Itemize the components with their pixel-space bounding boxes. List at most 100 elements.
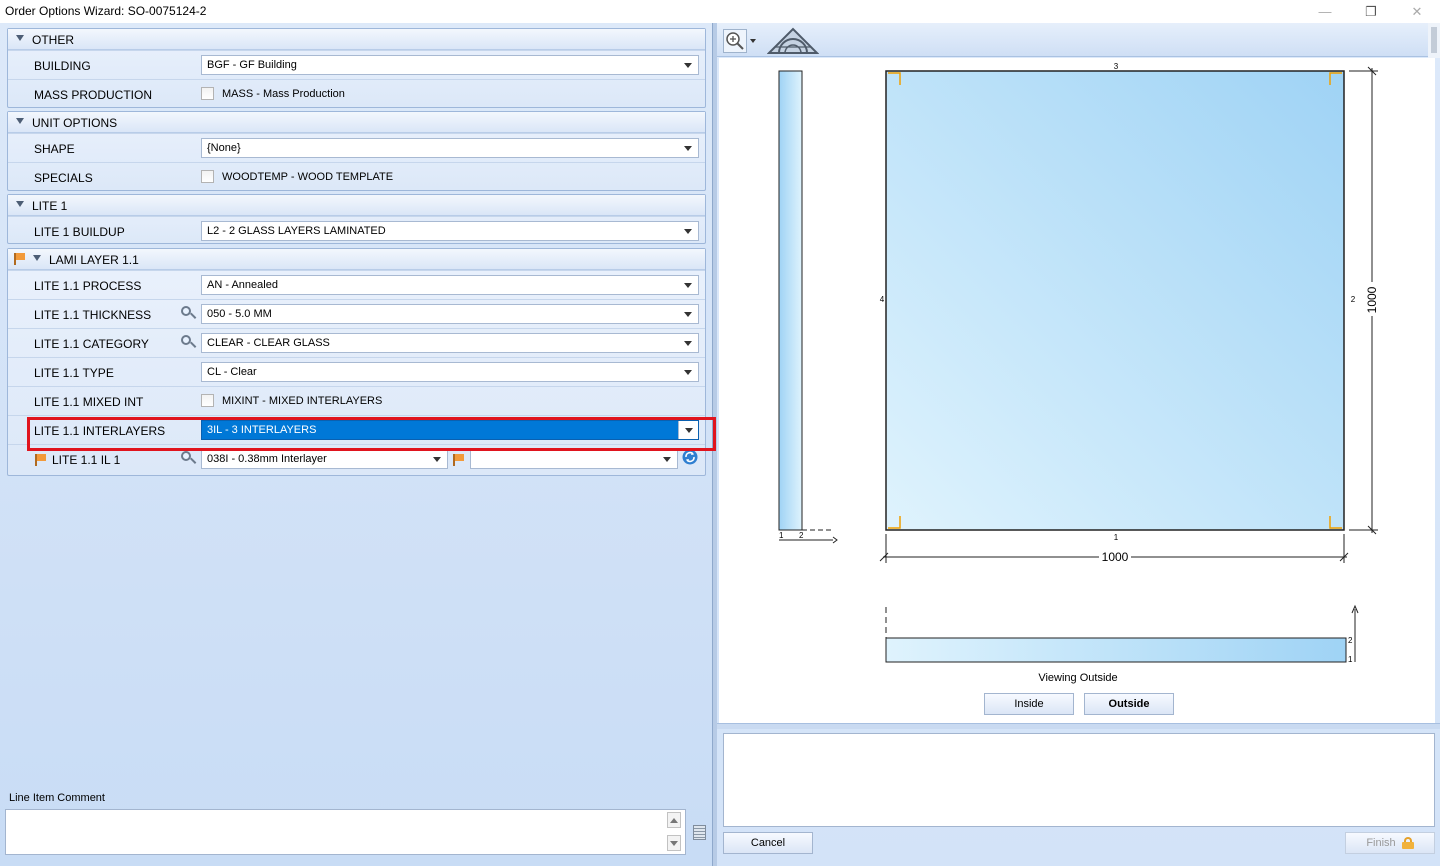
house-view-icon[interactable]	[767, 25, 819, 55]
chevron-down-icon[interactable]	[678, 276, 698, 294]
option-row-shape: SHAPE {None}	[8, 133, 705, 162]
checkbox-label: MASS - Mass Production	[222, 88, 345, 100]
group-title: LITE 1	[32, 199, 68, 213]
comment-field[interactable]	[5, 809, 686, 855]
thickness-dropdown[interactable]: 050 - 5.0 MM	[201, 304, 699, 324]
option-row-specials: SPECIALS WOODTEMP - WOOD TEMPLATE	[8, 162, 705, 191]
cancel-button-label: Cancel	[750, 837, 786, 849]
finish-button-label: Finish	[1366, 837, 1396, 849]
finish-button[interactable]: Finish	[1345, 832, 1435, 854]
group-lami-layer-header[interactable]: LAMI LAYER 1.1	[8, 249, 705, 270]
chevron-down-icon[interactable]	[657, 450, 677, 468]
chevron-down-icon[interactable]	[678, 139, 698, 157]
option-label: MASS PRODUCTION	[34, 88, 153, 102]
dropdown-value: CL - Clear	[207, 366, 257, 378]
mass-production-checkbox[interactable]	[201, 87, 214, 100]
scroll-down-button[interactable]	[667, 835, 681, 851]
glass-drawing: 1 2 3 1 4 2 1000 1000 2 1 Viewing Outsid…	[778, 62, 1379, 684]
option-label: LITE 1.1 MIXED INT	[34, 395, 144, 409]
toolbar-scrollbar[interactable]	[1428, 23, 1440, 58]
type-dropdown[interactable]: CL - Clear	[201, 362, 699, 382]
chevron-down-icon[interactable]	[678, 56, 698, 74]
scroll-up-button[interactable]	[667, 812, 681, 828]
outside-button[interactable]: Outside	[1084, 693, 1174, 715]
minimize-button[interactable]: —	[1302, 0, 1348, 23]
mixed-int-checkbox[interactable]	[201, 394, 214, 407]
process-dropdown[interactable]: AN - Annealed	[201, 275, 699, 295]
bottom-label-2: 2	[1348, 636, 1353, 645]
group-title: UNIT OPTIONS	[32, 116, 118, 130]
search-icon[interactable]	[180, 334, 197, 350]
inside-button-label: Inside	[1014, 698, 1044, 710]
edge-label-left: 4	[880, 295, 885, 304]
collapse-arrow-icon[interactable]	[16, 118, 24, 124]
refresh-icon[interactable]	[682, 449, 698, 465]
flag-icon	[35, 454, 46, 466]
flag-icon	[453, 454, 464, 466]
front-view-glass	[885, 70, 1345, 531]
option-row-mass-production: MASS PRODUCTION MASS - Mass Production	[8, 79, 705, 108]
category-dropdown[interactable]: CLEAR - CLEAR GLASS	[201, 333, 699, 353]
option-label: LITE 1.1 CATEGORY	[34, 337, 149, 351]
maximize-button[interactable]: ❐	[1348, 0, 1394, 23]
inside-button[interactable]: Inside	[984, 693, 1074, 715]
option-label: LITE 1.1 PROCESS	[34, 279, 142, 293]
checkbox-label: WOODTEMP - WOOD TEMPLATE	[222, 171, 394, 183]
minimize-icon: —	[1318, 4, 1332, 19]
chevron-down-icon[interactable]	[678, 305, 698, 323]
close-button[interactable]: ✕	[1394, 0, 1440, 23]
shape-dropdown[interactable]: {None}	[201, 138, 699, 158]
zoom-icon[interactable]	[723, 29, 759, 53]
dropdown-value: 050 - 5.0 MM	[207, 308, 272, 320]
collapse-arrow-icon[interactable]	[16, 201, 24, 207]
edge-label-right: 2	[1351, 295, 1356, 304]
notes-panel[interactable]	[723, 733, 1435, 827]
side-label-1: 1	[779, 531, 784, 540]
group-other: OTHER BUILDING BGF - GF Building MASS PR…	[7, 28, 706, 108]
option-label: LITE 1.1 IL 1	[52, 453, 121, 467]
group-lite-1: LITE 1 LITE 1 BUILDUP L2 - 2 GLASS LAYER…	[7, 194, 706, 244]
group-unit-options: UNIT OPTIONS SHAPE {None} SPECIALS WOODT…	[7, 111, 706, 191]
chevron-down-icon[interactable]	[678, 334, 698, 352]
group-lite-1-header[interactable]: LITE 1	[8, 195, 705, 216]
option-row-process: LITE 1.1 PROCESS AN - Annealed	[8, 270, 705, 299]
flag-icon	[14, 253, 25, 265]
option-label: LITE 1.1 THICKNESS	[34, 308, 152, 322]
preview-toolbar	[717, 23, 1435, 57]
dropdown-value: BGF - GF Building	[207, 59, 297, 71]
option-row-category: LITE 1.1 CATEGORY CLEAR - CLEAR GLASS	[8, 328, 705, 357]
lock-icon	[1401, 837, 1414, 849]
height-dimension-text: 1000	[1365, 286, 1379, 313]
chevron-down-icon[interactable]	[678, 363, 698, 381]
width-dimension-text: 1000	[1102, 550, 1129, 564]
notes-icon[interactable]	[693, 825, 706, 840]
option-label: LITE 1 BUILDUP	[34, 225, 125, 239]
option-row-type: LITE 1.1 TYPE CL - Clear	[8, 357, 705, 386]
il1-second-dropdown[interactable]	[470, 449, 678, 469]
maximize-icon: ❐	[1365, 3, 1377, 19]
specials-checkbox[interactable]	[201, 170, 214, 183]
dropdown-value: AN - Annealed	[207, 279, 278, 291]
lite-1-buildup-dropdown[interactable]: L2 - 2 GLASS LAYERS LAMINATED	[201, 221, 699, 241]
chevron-down-icon[interactable]	[678, 222, 698, 240]
il1-dropdown[interactable]: 038I - 0.38mm Interlayer	[201, 449, 448, 469]
collapse-arrow-icon[interactable]	[33, 255, 41, 261]
group-title: OTHER	[32, 33, 74, 47]
group-other-header[interactable]: OTHER	[8, 29, 705, 50]
side-label-2: 2	[799, 531, 804, 540]
cancel-button[interactable]: Cancel	[723, 832, 813, 854]
dropdown-value: 038I - 0.38mm Interlayer	[207, 453, 327, 465]
horizontal-splitter[interactable]	[717, 723, 1440, 729]
group-unit-options-header[interactable]: UNIT OPTIONS	[8, 112, 705, 133]
collapse-arrow-icon[interactable]	[16, 35, 24, 41]
building-dropdown[interactable]: BGF - GF Building	[201, 55, 699, 75]
search-icon[interactable]	[180, 450, 197, 466]
chevron-down-icon[interactable]	[427, 450, 447, 468]
search-icon[interactable]	[180, 305, 197, 321]
glass-drawing-canvas: 1 2 3 1 4 2 1000 1000 2 1 Viewing Outsid…	[719, 58, 1435, 723]
viewing-caption: Viewing Outside	[1038, 672, 1117, 684]
dropdown-value: L2 - 2 GLASS LAYERS LAMINATED	[207, 225, 386, 237]
bottom-label-1: 1	[1348, 655, 1353, 664]
option-row-lite-1-buildup: LITE 1 BUILDUP L2 - 2 GLASS LAYERS LAMIN…	[8, 216, 705, 245]
option-label: BUILDING	[34, 59, 91, 73]
